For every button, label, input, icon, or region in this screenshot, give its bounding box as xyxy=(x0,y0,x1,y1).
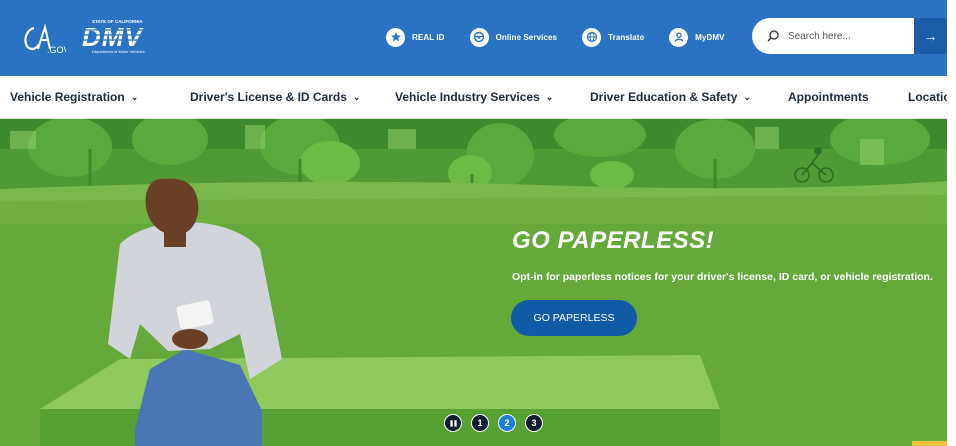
chevron-down-icon: ⌄ xyxy=(352,91,361,102)
translate-link[interactable]: Translate xyxy=(582,27,645,47)
search-icon xyxy=(767,30,779,42)
chevron-down-icon: ⌄ xyxy=(545,91,554,102)
nav-vehicle-industry-services[interactable]: Vehicle Industry Services ⌄ xyxy=(395,90,553,104)
nav-locations[interactable]: Locations xyxy=(908,90,947,104)
nav-item-label: Vehicle Registration xyxy=(10,90,125,104)
dmv-logo-text: DMV xyxy=(82,22,144,52)
nav-item-label: Vehicle Industry Services xyxy=(395,90,540,104)
ca-gov-logo[interactable]: .GOV xyxy=(20,22,66,56)
slide-1-button[interactable]: 1 xyxy=(471,414,489,432)
nav-vehicle-registration[interactable]: Vehicle Registration ⌄ xyxy=(10,90,138,104)
arrow-right-icon: → xyxy=(923,28,938,44)
slide-3-button[interactable]: 3 xyxy=(525,414,543,432)
page-gutter xyxy=(947,0,956,446)
globe-icon xyxy=(582,27,602,47)
steering-wheel-icon xyxy=(469,27,489,47)
pause-button[interactable]: ❚❚ xyxy=(444,414,462,432)
search-box xyxy=(752,18,914,54)
mydmv-link[interactable]: MyDMV xyxy=(669,27,725,47)
nav-item-label: Locations xyxy=(908,90,947,104)
star-icon xyxy=(386,27,405,47)
nav-item-label: Driver's License & ID Cards xyxy=(190,90,347,104)
feedback-tab[interactable] xyxy=(912,441,947,446)
user-icon xyxy=(669,27,689,47)
translate-label: Translate xyxy=(608,32,645,42)
carousel-controls: ❚❚ 1 2 3 xyxy=(444,414,552,432)
hero-subtitle: Opt-in for paperless notices for your dr… xyxy=(512,271,933,283)
hero-carousel: GO PAPERLESS! Opt-in for paperless notic… xyxy=(0,119,947,446)
nav-driver-education[interactable]: Driver Education & Safety ⌄ xyxy=(590,90,751,104)
mydmv-label: MyDMV xyxy=(695,32,725,42)
chevron-down-icon: ⌄ xyxy=(130,91,139,102)
dmv-logo[interactable]: STATE OF CALIFORNIA DMV Department of Mo… xyxy=(80,16,160,56)
hero-title: GO PAPERLESS! xyxy=(512,227,715,254)
search-input[interactable] xyxy=(788,30,898,42)
real-id-link[interactable]: REAL ID xyxy=(386,27,445,47)
chevron-down-icon: ⌄ xyxy=(743,91,751,102)
online-services-label: Online Services xyxy=(495,32,558,42)
online-services-link[interactable]: Online Services xyxy=(469,27,558,47)
nav-appointments[interactable]: Appointments xyxy=(788,90,869,104)
ca-gov-logo-text: .GOV xyxy=(47,45,66,55)
pause-icon: ❚❚ xyxy=(448,420,458,427)
go-paperless-button[interactable]: GO PAPERLESS xyxy=(511,300,637,336)
dmv-logo-department-text: Department of Motor Vehicles xyxy=(92,49,145,54)
main-nav: Vehicle Registration ⌄ Driver's License … xyxy=(0,76,947,119)
nav-drivers-license[interactable]: Driver's License & ID Cards ⌄ xyxy=(190,90,360,104)
search-submit-button[interactable]: → xyxy=(914,18,947,54)
nav-item-label: Appointments xyxy=(788,90,869,104)
utility-nav: REAL ID Online Services Translate MyDMV xyxy=(386,26,750,48)
site-header: .GOV STATE OF CALIFORNIA DMV Department … xyxy=(0,0,947,76)
real-id-label: REAL ID xyxy=(412,32,445,42)
nav-item-label: Driver Education & Safety xyxy=(590,90,738,104)
slide-2-button[interactable]: 2 xyxy=(498,414,516,432)
